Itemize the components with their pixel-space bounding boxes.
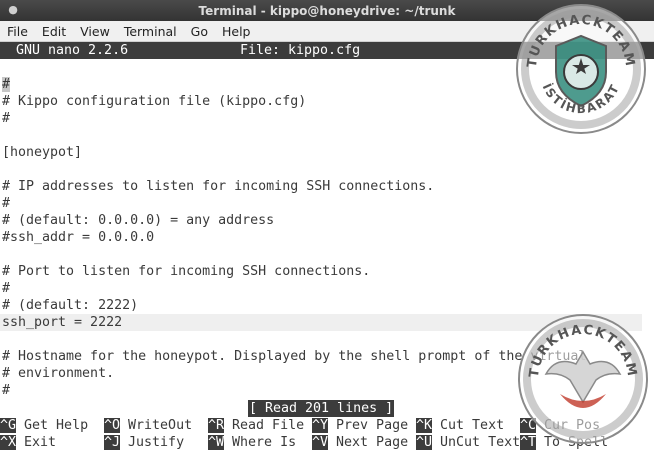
buffer-line: # [2,196,11,211]
buffer-line [0,161,654,178]
nano-version: GNU nano 2.2.6 [16,43,129,58]
menu-terminal[interactable]: Terminal [117,24,184,39]
buffer-line: # [2,281,11,296]
buffer-line: # IP addresses to listen for incoming SS… [2,179,435,194]
shortcut-next-page[interactable]: ^V Next Page [312,434,408,451]
window-menu-icon[interactable]: ● [6,3,20,17]
shortcut-read-file[interactable]: ^R Read File [208,417,304,434]
text-cursor: # [2,77,11,92]
shortcut-where-is[interactable]: ^W Where Is [208,434,296,451]
shortcut-uncut-text[interactable]: ^U UnCut Text [416,434,520,451]
shortcut-exit[interactable]: ^X Exit [0,434,56,451]
buffer-line: #ssh_addr = 0.0.0.0 [2,230,155,245]
buffer-line: [honeypot] [2,145,83,160]
shortcut-justify[interactable]: ^J Justify [104,434,184,451]
buffer-line: # Port to listen for incoming SSH connec… [2,264,371,279]
menu-view[interactable]: View [73,24,117,39]
shortcut-prev-page[interactable]: ^Y Prev Page [312,417,408,434]
status-message: [ Read 201 lines ] [248,400,395,417]
watermark-emblem-shield: TURKHACKTEAM İSTİHBARAT [516,4,646,134]
shortcut-cut-text[interactable]: ^K Cut Text [416,417,504,434]
menu-help[interactable]: Help [215,24,258,39]
shortcut-writeout[interactable]: ^O WriteOut [104,417,192,434]
nano-filename: File: kippo.cfg [240,43,361,58]
buffer-line [0,246,654,263]
window-title: Terminal - kippo@honeydrive: ~/trunk [198,3,456,18]
buffer-line: # (default: 0.0.0.0) = any address [2,213,275,228]
menu-go[interactable]: Go [184,24,215,39]
watermark-emblem-eagle: TURKHACKTEAM [518,314,648,444]
menu-file[interactable]: File [0,24,35,39]
shortcut-get-help[interactable]: ^G Get Help [0,417,88,434]
menu-edit[interactable]: Edit [35,24,73,39]
